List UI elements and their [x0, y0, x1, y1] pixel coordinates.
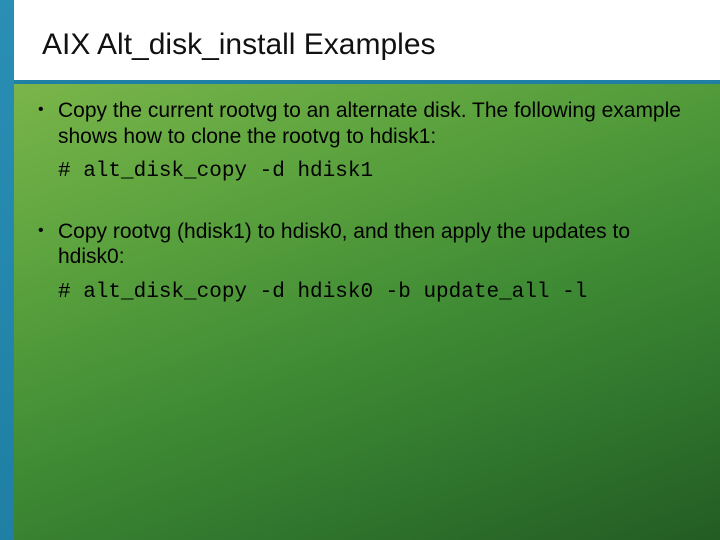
slide-title: AIX Alt_disk_install Examples [42, 28, 436, 62]
list-item: Copy the current rootvg to an alternate … [32, 98, 696, 185]
title-area: AIX Alt_disk_install Examples [14, 0, 720, 80]
item-command: # alt_disk_copy -d hdisk0 -b update_all … [58, 280, 696, 306]
item-description: Copy rootvg (hdisk1) to hdisk0, and then… [58, 219, 696, 270]
item-description: Copy the current rootvg to an alternate … [58, 98, 696, 149]
bullet-list: Copy the current rootvg to an alternate … [32, 98, 696, 306]
accent-bar [0, 0, 14, 540]
slide: AIX Alt_disk_install Examples Copy the c… [0, 0, 720, 540]
content: Copy the current rootvg to an alternate … [32, 98, 696, 340]
list-item: Copy rootvg (hdisk1) to hdisk0, and then… [32, 219, 696, 306]
body-area: Copy the current rootvg to an alternate … [14, 84, 720, 540]
item-command: # alt_disk_copy -d hdisk1 [58, 159, 696, 185]
